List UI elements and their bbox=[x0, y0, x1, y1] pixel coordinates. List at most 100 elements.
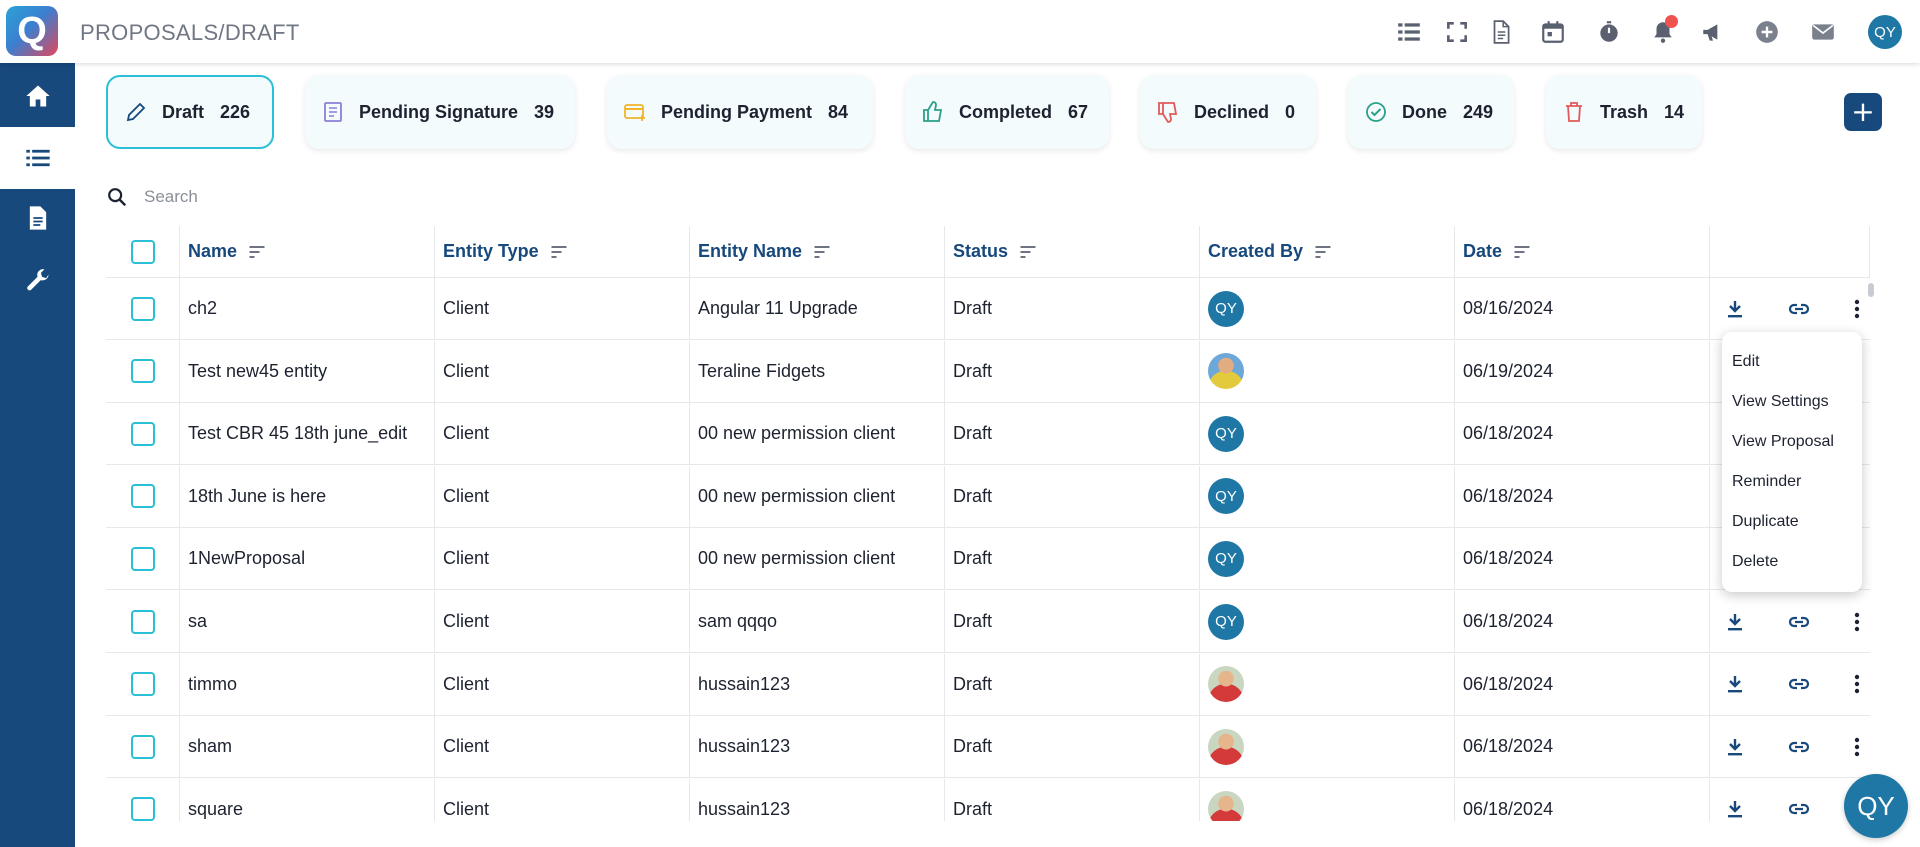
cell-name: ch2 bbox=[180, 278, 435, 339]
more-options-icon[interactable] bbox=[1842, 716, 1870, 777]
download-icon[interactable] bbox=[1720, 654, 1750, 715]
link-icon[interactable] bbox=[1784, 654, 1814, 715]
cell-status: Draft bbox=[945, 591, 1200, 652]
cell-entity-type: Client bbox=[435, 653, 690, 715]
link-icon[interactable] bbox=[1784, 716, 1814, 777]
row-checkbox[interactable] bbox=[130, 734, 155, 759]
cell-date: 06/18/2024 bbox=[1455, 528, 1710, 590]
cell-entity-name: Teraline Fidgets bbox=[690, 340, 945, 402]
row-checkbox[interactable] bbox=[130, 546, 155, 571]
table-row[interactable]: 1NewProposal Client 00 new permission clie… bbox=[106, 528, 1870, 591]
timer-icon[interactable] bbox=[1594, 17, 1624, 47]
more-options-icon[interactable] bbox=[1842, 278, 1870, 339]
megaphone-icon[interactable] bbox=[1698, 17, 1728, 47]
floating-user-avatar[interactable]: QY bbox=[1844, 774, 1908, 838]
table-scrollbar[interactable] bbox=[1868, 283, 1874, 297]
column-header-entity-type[interactable]: Entity Type bbox=[435, 226, 690, 277]
tab-declined[interactable]: Declined 0 bbox=[1140, 75, 1316, 149]
payment-card-icon bbox=[624, 104, 645, 121]
tab-trash[interactable]: Trash 14 bbox=[1546, 75, 1702, 149]
tab-pending-signature[interactable]: Pending Signature 39 bbox=[305, 75, 575, 149]
menu-item-view-settings[interactable]: View Settings bbox=[1722, 382, 1862, 422]
cell-name: Test CBR 45 18th june_edit bbox=[180, 403, 435, 465]
more-options-icon[interactable] bbox=[1842, 654, 1870, 715]
cell-created-by: QY bbox=[1200, 591, 1455, 652]
sidebar-item-home[interactable] bbox=[0, 65, 75, 127]
table-row[interactable]: 18th June is here Client 00 new permission… bbox=[106, 465, 1870, 528]
row-checkbox[interactable] bbox=[130, 672, 155, 697]
table-row[interactable]: sa Client sam qqqo Draft QY 06/18/2024 bbox=[106, 591, 1870, 653]
cell-created-by: QY bbox=[1200, 465, 1455, 527]
table-row[interactable]: Test new45 entity Client Teraline Fidgets D… bbox=[106, 340, 1870, 403]
link-icon[interactable] bbox=[1784, 278, 1814, 339]
sidebar-item-documents[interactable] bbox=[0, 187, 75, 249]
column-header-created-by[interactable]: Created By bbox=[1200, 226, 1455, 277]
avatar: QY bbox=[1208, 415, 1244, 452]
cell-name: square bbox=[180, 778, 435, 821]
row-checkbox[interactable] bbox=[130, 359, 155, 384]
table-row[interactable]: Test CBR 45 18th june_edit Client 00 new p… bbox=[106, 403, 1870, 466]
sidebar-item-tools[interactable] bbox=[0, 250, 75, 312]
cell-created-by bbox=[1200, 778, 1455, 821]
column-header-date[interactable]: Date bbox=[1455, 226, 1710, 277]
more-options-icon[interactable] bbox=[1842, 591, 1870, 652]
tab-done[interactable]: Done 249 bbox=[1348, 75, 1514, 149]
list-view-icon[interactable] bbox=[1394, 17, 1424, 47]
table-row[interactable]: timmo Client hussain123 Draft 06/18/2024 bbox=[106, 653, 1870, 716]
cell-date: 06/18/2024 bbox=[1455, 653, 1710, 715]
cell-status: Draft bbox=[945, 528, 1200, 590]
column-header-name[interactable]: Name bbox=[180, 226, 435, 277]
column-header-entity-name[interactable]: Entity Name bbox=[690, 226, 945, 277]
download-icon[interactable] bbox=[1720, 779, 1750, 821]
tab-pending-payment[interactable]: Pending Payment 84 bbox=[607, 75, 873, 149]
app-logo[interactable]: Q bbox=[6, 6, 58, 56]
cell-status: Draft bbox=[945, 778, 1200, 821]
table-row[interactable]: ch2 Client Angular 11 Upgrade Draft QY 08/16/… bbox=[106, 278, 1870, 340]
cell-created-by bbox=[1200, 340, 1455, 402]
download-icon[interactable] bbox=[1720, 278, 1750, 339]
link-icon[interactable] bbox=[1784, 779, 1814, 821]
cell-actions bbox=[1710, 278, 1870, 339]
tab-completed[interactable]: Completed 67 bbox=[905, 75, 1109, 149]
cell-status: Draft bbox=[945, 340, 1200, 402]
sidebar-item-list[interactable] bbox=[0, 127, 75, 189]
cell-entity-type: Client bbox=[435, 716, 690, 778]
user-avatar[interactable]: QY bbox=[1868, 15, 1902, 49]
document-icon[interactable] bbox=[1486, 17, 1516, 47]
check-circle-icon bbox=[1366, 102, 1386, 122]
menu-item-delete[interactable]: Delete bbox=[1722, 542, 1862, 582]
notification-badge bbox=[1665, 15, 1678, 28]
row-checkbox[interactable] bbox=[130, 609, 155, 634]
column-header-status[interactable]: Status bbox=[945, 226, 1200, 277]
cell-actions bbox=[1710, 716, 1870, 777]
menu-item-duplicate[interactable]: Duplicate bbox=[1722, 502, 1862, 542]
table-row[interactable]: square Client hussain123 Draft 06/18/2024 bbox=[106, 778, 1870, 821]
signature-doc-icon bbox=[324, 102, 342, 122]
row-checkbox[interactable] bbox=[130, 484, 155, 509]
notification-bell-icon[interactable] bbox=[1648, 15, 1678, 47]
menu-item-reminder[interactable]: Reminder bbox=[1722, 462, 1862, 502]
row-checkbox[interactable] bbox=[130, 421, 155, 446]
tab-draft[interactable]: Draft 226 bbox=[106, 75, 274, 149]
select-all-checkbox[interactable] bbox=[130, 239, 155, 264]
search-input[interactable] bbox=[144, 187, 644, 207]
table-row[interactable]: sham Client hussain123 Draft 06/18/2024 bbox=[106, 716, 1870, 779]
row-checkbox[interactable] bbox=[130, 797, 155, 821]
cell-date: 08/16/2024 bbox=[1455, 278, 1710, 339]
menu-item-view-proposal[interactable]: View Proposal bbox=[1722, 422, 1862, 462]
link-icon[interactable] bbox=[1784, 591, 1814, 652]
home-icon bbox=[25, 85, 50, 107]
row-checkbox[interactable] bbox=[130, 296, 155, 321]
mail-icon[interactable] bbox=[1808, 17, 1838, 47]
cell-status: Draft bbox=[945, 278, 1200, 339]
add-proposal-button[interactable]: + bbox=[1844, 93, 1882, 131]
download-icon[interactable] bbox=[1720, 716, 1750, 777]
menu-item-edit[interactable]: Edit bbox=[1722, 342, 1862, 382]
download-icon[interactable] bbox=[1720, 591, 1750, 652]
column-header-actions bbox=[1710, 226, 1870, 277]
add-circle-icon[interactable] bbox=[1752, 17, 1782, 47]
fullscreen-icon[interactable] bbox=[1442, 17, 1472, 47]
trash-icon bbox=[1566, 102, 1582, 122]
calendar-icon[interactable] bbox=[1538, 17, 1568, 47]
avatar: QY bbox=[1208, 603, 1244, 640]
